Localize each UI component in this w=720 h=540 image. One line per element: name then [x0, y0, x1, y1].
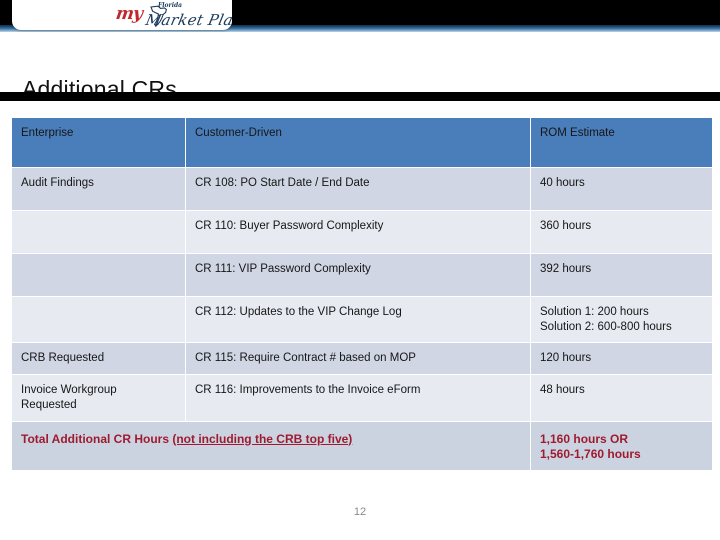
title-divider-rule [0, 92, 720, 101]
enterprise-line-2: Requested [21, 398, 77, 411]
enterprise-line-1: Invoice Workgroup [21, 384, 117, 397]
column-header-enterprise: Enterprise [12, 118, 185, 167]
logo-inner: my Florida Market Place [12, 0, 232, 30]
table-row: CR 110: Buyer Password Complexity 360 ho… [12, 211, 712, 253]
total-value-cell: 1,160 hours OR 1,560-1,760 hours [531, 421, 712, 471]
table-row: Audit Findings CR 108: PO Start Date / E… [12, 168, 712, 210]
cell-rom-estimate: Solution 1: 200 hours Solution 2: 600-80… [531, 297, 712, 343]
cell-customer-driven: CR 110: Buyer Password Complexity [186, 211, 530, 253]
table-row: CRB Requested CR 115: Require Contract #… [12, 343, 712, 375]
total-value-line-2: 1,560-1,760 hours [540, 446, 641, 461]
rom-estimate-line-1: Solution 1: 200 hours [540, 306, 649, 318]
total-label-underlined: (not including the CRB top five) [172, 431, 353, 446]
logo-marketplace-text: Market Place [144, 11, 232, 29]
page-number: 12 [353, 506, 367, 518]
cell-enterprise [12, 254, 185, 296]
cell-customer-driven: CR 115: Require Contract # based on MOP [186, 343, 530, 375]
column-header-rom-estimate: ROM Estimate [531, 118, 712, 167]
table-row: CR 112: Updates to the VIP Change Log So… [12, 297, 712, 343]
total-label-plain: Total Additional CR Hours [21, 431, 173, 446]
cell-rom-estimate: 40 hours [531, 168, 712, 210]
table-row: Invoice Workgroup Requested CR 116: Impr… [12, 375, 712, 421]
myfloridamarketplace-logo: my Florida Market Place [12, 0, 232, 30]
cell-customer-driven: CR 116: Improvements to the Invoice eFor… [186, 375, 530, 421]
cell-enterprise: Audit Findings [12, 168, 185, 210]
cell-customer-driven: CR 111: VIP Password Complexity [186, 254, 530, 296]
cell-enterprise: Invoice Workgroup Requested [12, 375, 185, 421]
cell-rom-estimate: 48 hours [531, 375, 712, 421]
cell-rom-estimate: 120 hours [531, 343, 712, 375]
cell-enterprise [12, 297, 185, 343]
cell-customer-driven: CR 108: PO Start Date / End Date [186, 168, 530, 210]
logo-florida-text: Florida [158, 2, 183, 9]
cell-enterprise [12, 211, 185, 253]
additional-crs-table: Enterprise Customer-Driven ROM Estimate … [11, 117, 713, 471]
rom-estimate-line-2: Solution 2: 600-800 hours [540, 320, 672, 333]
cell-rom-estimate: 360 hours [531, 211, 712, 253]
cell-enterprise: CRB Requested [12, 343, 185, 375]
cell-rom-estimate: 392 hours [531, 254, 712, 296]
table-row: CR 111: VIP Password Complexity 392 hour… [12, 254, 712, 296]
total-label-cell: Total Additional CR Hours (not including… [12, 421, 530, 471]
logo-my-text: my [114, 4, 144, 24]
table-header-row: Enterprise Customer-Driven ROM Estimate [12, 118, 712, 167]
total-value-line-1: 1,160 hours OR [540, 431, 629, 446]
column-header-customer-driven: Customer-Driven [186, 118, 530, 167]
cell-customer-driven: CR 112: Updates to the VIP Change Log [186, 297, 530, 343]
title-area: Additional CRs [0, 32, 720, 102]
table-total-row: Total Additional CR Hours (not including… [12, 421, 712, 471]
additional-crs-table-wrap: Enterprise Customer-Driven ROM Estimate … [11, 117, 712, 471]
